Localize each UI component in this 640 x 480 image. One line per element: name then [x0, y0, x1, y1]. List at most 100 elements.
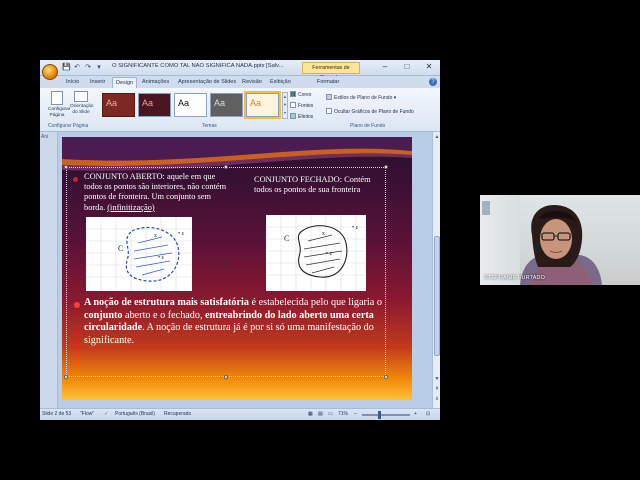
svg-text:C: C [284, 234, 289, 243]
tab-inserir[interactable]: Inserir [90, 77, 105, 88]
recovered-status: Recuperado [164, 411, 192, 417]
save-icon[interactable]: 💾 [62, 63, 71, 72]
fonts-icon [290, 102, 296, 108]
vertical-scrollbar[interactable]: ▲ ▼ ⇞ ⇟ [432, 132, 440, 408]
quick-access-toolbar: 💾 ↶ ↷ ▾ [62, 63, 103, 72]
theme-thumbnail-3[interactable]: Aa [174, 93, 207, 117]
resize-handle[interactable] [64, 165, 68, 169]
slide-canvas[interactable]: CONJUNTO ABERTO: aquele em que todos os … [62, 137, 412, 400]
zoom-out-icon[interactable]: – [354, 411, 357, 417]
theme-thumbnail-5[interactable]: Aa [244, 91, 281, 119]
fit-window-icon[interactable]: ⊡ [426, 411, 430, 417]
resize-handle[interactable] [384, 375, 388, 379]
main-text-4: aberto e o fechado, [122, 309, 206, 321]
open-set-diagram: C x • ε • ε [86, 217, 192, 291]
resize-handle[interactable] [224, 165, 228, 169]
open-set-term: (infinitização) [107, 202, 155, 212]
effects-icon [290, 113, 296, 119]
scroll-down-icon[interactable]: ▼ [433, 376, 440, 382]
normal-view-icon[interactable]: ▦ [308, 411, 313, 417]
minimize-button[interactable]: – [374, 60, 396, 74]
theme-thumbnail-1[interactable]: Aa [102, 93, 135, 117]
tab-exibicao[interactable]: Exibição [270, 77, 291, 88]
orientation-icon [74, 91, 88, 102]
resize-handle[interactable] [224, 375, 228, 379]
closed-set-figure[interactable]: C x • ε • ε [266, 215, 366, 291]
redo-icon[interactable]: ↷ [84, 63, 92, 72]
background-group-label: Plano de Fundo [350, 123, 386, 129]
text-cursor-icon: I [221, 259, 227, 269]
svg-text:• ε: • ε [178, 231, 185, 237]
theme-name: "Flow" [80, 411, 95, 417]
colors-button[interactable]: Cores [290, 91, 311, 98]
undo-icon[interactable]: ↶ [73, 63, 81, 72]
main-paragraph[interactable]: A noção de estrutura mais satisfatória é… [84, 297, 384, 347]
tab-apresentacao[interactable]: Apresentação de Slides [178, 77, 236, 88]
resize-handle[interactable] [384, 165, 388, 169]
svg-text:x: x [322, 231, 325, 237]
svg-text:C: C [118, 244, 123, 253]
tab-formatar[interactable]: Formatar [317, 77, 339, 88]
slide-counter: Slide 2 de 53 [42, 411, 72, 417]
background-styles-button[interactable]: Estilos de Plano de Fundo ▾ [326, 94, 396, 101]
webcam-view: STEPHANIE FURTADO [480, 195, 640, 285]
left-panel-strip[interactable]: Ani [40, 132, 58, 408]
language[interactable]: Português (Brasil) [115, 411, 155, 417]
zoom-slider[interactable] [362, 414, 410, 416]
prev-slide-icon[interactable]: ⇞ [433, 386, 440, 392]
closed-set-text[interactable]: CONJUNTO FECHADO: Contém todos os pontos… [254, 175, 384, 195]
customize-qat-icon[interactable]: ▾ [95, 63, 103, 72]
tab-revisao[interactable]: Revisão [242, 77, 262, 88]
svg-text:• ε: • ε [352, 225, 359, 231]
help-icon[interactable]: ? [429, 78, 437, 86]
slideshow-view-icon[interactable]: ▭ [328, 411, 333, 417]
svg-text:• ε: • ε [158, 255, 165, 261]
fonts-button[interactable]: Fontes [290, 102, 313, 109]
hide-background-graphics-checkbox[interactable]: Ocultar Gráficos de Plano de Fundo [326, 108, 414, 115]
next-slide-icon[interactable]: ⇟ [433, 396, 440, 402]
open-set-text[interactable]: CONJUNTO ABERTO: aquele em que todos os … [84, 172, 234, 213]
zoom-level[interactable]: 71% [338, 411, 348, 417]
document-title: O SIGNIFICANTE COMO TAL NÃO SIGNIFICA NA… [112, 63, 284, 69]
drawing-tools-context-tab[interactable]: Ferramentas de Desenho [302, 62, 360, 81]
tab-design[interactable]: Design [112, 77, 138, 88]
ribbon: Configurar Página Orientação do Slide Co… [40, 88, 440, 132]
tab-animacoes[interactable]: Animações [142, 77, 169, 88]
scroll-up-icon[interactable]: ▲ [433, 134, 440, 140]
open-set-figure[interactable]: C x • ε • ε [86, 217, 192, 291]
themes-group-label: Temas [202, 123, 217, 129]
status-bar: Slide 2 de 53 "Flow" ✓ Português (Brasil… [40, 408, 440, 420]
zoom-in-icon[interactable]: + [414, 411, 417, 417]
svg-text:• ε: • ε [326, 251, 333, 257]
slide-orientation-button[interactable]: Orientação do Slide [70, 91, 93, 115]
main-bold-1: A noção de estrutura mais satisfatória [84, 297, 249, 308]
resize-handle[interactable] [64, 375, 68, 379]
themes-more-icon[interactable]: ▲ ▼ ▾ [282, 92, 288, 119]
open-set-title: CONJUNTO ABERTO [84, 172, 163, 181]
closed-set-title: CONJUNTO FECHADO [254, 175, 340, 184]
main-text-2: é estabelecida pelo que ligaria o [248, 297, 382, 308]
sorter-view-icon[interactable]: ▤ [318, 411, 323, 417]
tab-inicio[interactable]: Início [66, 77, 79, 88]
closed-set-diagram: C x • ε • ε [266, 215, 366, 291]
page-setup-icon [51, 91, 63, 105]
theme-thumbnail-2[interactable]: Aa [138, 93, 171, 117]
page-setup-button[interactable]: Configurar Página [48, 91, 70, 118]
ribbon-tabs: Início Inserir Design Animações Apresent… [40, 76, 440, 88]
scroll-thumb[interactable] [434, 236, 440, 356]
left-bullet [73, 177, 78, 182]
spellcheck-icon[interactable]: ✓ [104, 411, 108, 417]
checkbox-icon [326, 108, 332, 114]
maximize-button[interactable]: □ [396, 60, 418, 74]
page-setup-group-label: Configurar Página [48, 123, 89, 129]
effects-button[interactable]: Efeitos [290, 113, 313, 120]
main-bold-3: conjunto [84, 309, 123, 321]
close-button[interactable]: ✕ [418, 60, 440, 74]
background-styles-icon [326, 94, 332, 100]
svg-text:x: x [154, 233, 157, 239]
colors-icon [290, 91, 296, 97]
zoom-slider-thumb[interactable] [378, 411, 381, 419]
theme-thumbnail-4[interactable]: Aa [210, 93, 243, 117]
webcam-person [482, 201, 602, 285]
office-button[interactable] [42, 64, 58, 80]
